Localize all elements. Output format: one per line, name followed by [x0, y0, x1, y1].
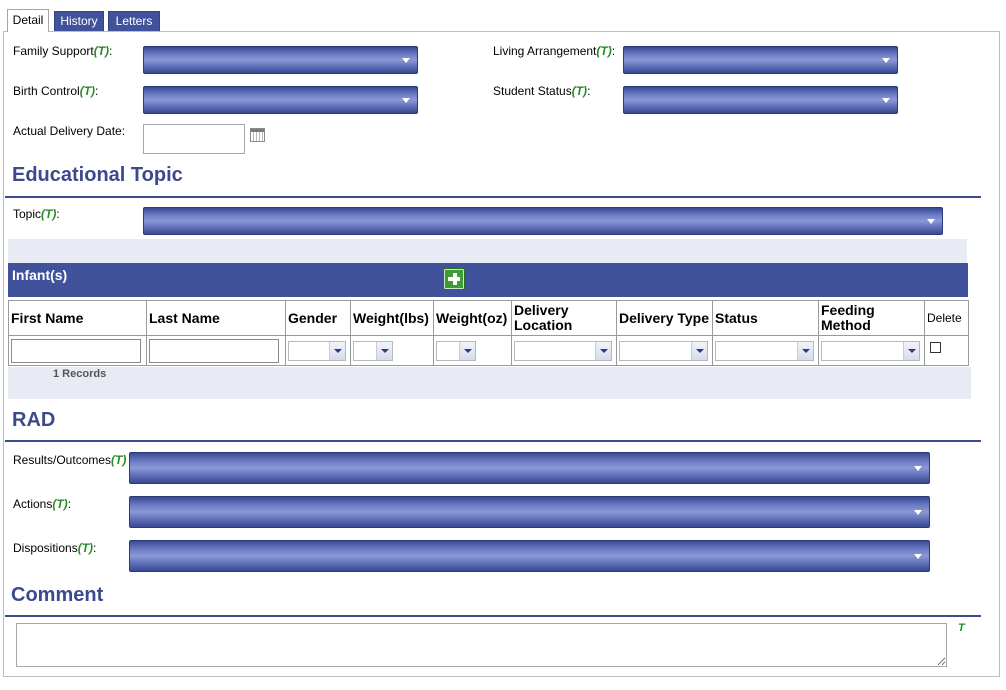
section-divider	[5, 196, 981, 198]
gender-select[interactable]	[288, 340, 346, 361]
column-header[interactable]: Last Name	[146, 300, 286, 336]
infants-table: First Name Last Name Gender Weight(lbs) …	[8, 300, 969, 366]
tab-letters[interactable]: Letters	[108, 11, 160, 31]
family-support-label: Family Support(T):	[13, 44, 113, 58]
column-header[interactable]: Feeding Method	[818, 300, 925, 336]
tab-detail[interactable]: Detail	[7, 9, 49, 32]
topic-label: Topic(T):	[13, 207, 60, 221]
chevron-down-icon	[402, 98, 410, 103]
table-cell	[146, 335, 286, 366]
chevron-down-icon[interactable]	[376, 341, 392, 360]
column-header[interactable]: Weight(oz)	[433, 300, 512, 336]
table-footer	[8, 367, 971, 399]
column-header: Delete	[924, 300, 969, 336]
section-divider	[5, 440, 981, 442]
table-cell	[924, 335, 969, 366]
column-header[interactable]: Status	[712, 300, 819, 336]
living-arrangement-dropdown[interactable]	[623, 46, 898, 74]
chevron-down-icon[interactable]	[797, 341, 813, 360]
table-cell	[712, 335, 819, 366]
table-cell	[818, 335, 925, 366]
weight-oz-select[interactable]	[436, 340, 476, 361]
translation-marker: (T)	[93, 44, 110, 58]
calendar-icon[interactable]	[250, 128, 265, 142]
first-name-input[interactable]	[11, 338, 141, 363]
table-cell	[8, 335, 147, 366]
translation-marker: (T)	[52, 497, 68, 511]
table-cell	[433, 335, 512, 366]
actual-delivery-date-input[interactable]	[143, 124, 245, 154]
translation-marker: (T)	[111, 453, 127, 467]
column-header[interactable]: Delivery Location	[511, 300, 617, 336]
translation-marker: (T)	[596, 44, 612, 58]
chevron-down-icon[interactable]	[903, 341, 919, 360]
status-select[interactable]	[715, 340, 814, 361]
translation-marker: (T)	[571, 84, 588, 98]
student-status-label: Student Status(T):	[493, 84, 591, 98]
table-header-row: First Name Last Name Gender Weight(lbs) …	[8, 300, 969, 336]
column-header[interactable]: Weight(lbs)	[350, 300, 434, 336]
delete-checkbox[interactable]	[930, 342, 941, 353]
tab-history[interactable]: History	[54, 11, 104, 31]
delivery-type-select[interactable]	[619, 340, 708, 361]
table-cell	[616, 335, 713, 366]
living-arrangement-label: Living Arrangement(T):	[493, 44, 616, 58]
translation-marker: (T)	[41, 207, 57, 221]
translation-marker: (T)	[79, 84, 96, 98]
chevron-down-icon[interactable]	[329, 341, 345, 360]
actual-delivery-date-label: Actual Delivery Date:	[13, 124, 126, 138]
table-cell	[511, 335, 617, 366]
chevron-down-icon	[882, 98, 890, 103]
record-count: 1 Records	[53, 368, 107, 380]
educational-topic-title: Educational Topic	[12, 164, 183, 186]
feeding-method-select[interactable]	[821, 340, 920, 361]
chevron-down-icon	[914, 466, 922, 471]
table-cell	[350, 335, 434, 366]
dispositions-dropdown[interactable]	[129, 540, 930, 572]
translation-marker: (T)	[77, 541, 94, 555]
spacer-bar	[8, 239, 967, 263]
results-outcomes-label: Results/Outcomes(T)	[13, 453, 127, 467]
table-cell	[285, 335, 351, 366]
actions-dropdown[interactable]	[129, 496, 930, 528]
column-header[interactable]: First Name	[8, 300, 147, 336]
family-support-dropdown[interactable]	[143, 46, 418, 74]
chevron-down-icon	[882, 58, 890, 63]
table-row	[8, 335, 969, 366]
delivery-location-select[interactable]	[514, 340, 612, 361]
chevron-down-icon	[402, 58, 410, 63]
chevron-down-icon[interactable]	[459, 341, 475, 360]
infants-header: Infant(s)	[8, 263, 968, 297]
add-infant-icon[interactable]	[443, 268, 465, 290]
rad-title: RAD	[12, 409, 56, 431]
last-name-input[interactable]	[149, 338, 279, 363]
results-outcomes-dropdown[interactable]	[129, 452, 930, 484]
birth-control-label: Birth Control(T):	[13, 84, 99, 98]
comment-textarea[interactable]	[16, 623, 947, 667]
chevron-down-icon[interactable]	[691, 341, 707, 360]
translation-marker[interactable]: T	[958, 622, 965, 634]
infants-title: Infant(s)	[12, 267, 68, 283]
topic-dropdown[interactable]	[143, 207, 943, 235]
column-header[interactable]: Delivery Type	[616, 300, 713, 336]
chevron-down-icon[interactable]	[595, 341, 611, 360]
section-divider	[5, 615, 981, 617]
dispositions-label: Dispositions(T):	[13, 541, 97, 555]
chevron-down-icon	[914, 510, 922, 515]
comment-title: Comment	[11, 584, 104, 606]
actions-label: Actions(T):	[13, 497, 72, 511]
column-header[interactable]: Gender	[285, 300, 351, 336]
chevron-down-icon	[914, 554, 922, 559]
birth-control-dropdown[interactable]	[143, 86, 418, 114]
student-status-dropdown[interactable]	[623, 86, 898, 114]
weight-lbs-select[interactable]	[353, 340, 393, 361]
chevron-down-icon	[927, 219, 935, 224]
